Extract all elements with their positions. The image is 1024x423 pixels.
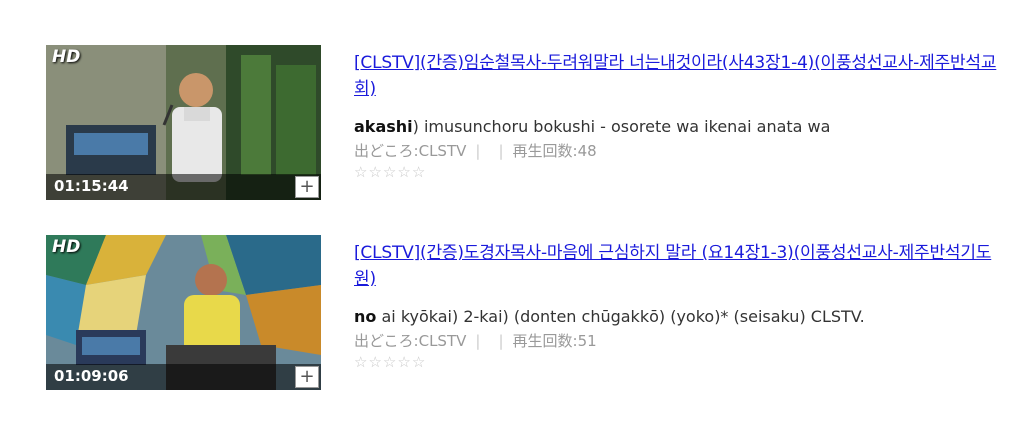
description-highlight: no: [354, 307, 377, 326]
star-icon[interactable]: ☆: [354, 164, 367, 180]
star-icon[interactable]: ☆: [412, 354, 425, 370]
video-title-link[interactable]: [CLSTV](간증)임순철목사-두려워말라 너는내것이라(사43장1-4)(이…: [354, 50, 1006, 102]
video-description: no ai kyōkai) 2-kai) (donten chūgakkō) (…: [354, 306, 1006, 328]
source-label: 出どころ:CLSTV: [354, 142, 467, 160]
rating-stars: ☆ ☆ ☆ ☆ ☆: [354, 354, 1006, 370]
description-text: ) imusunchoru bokushi - osorete wa ikena…: [412, 117, 831, 136]
meta-separator: |: [498, 142, 504, 160]
meta-separator: |: [475, 142, 481, 160]
star-icon[interactable]: ☆: [397, 354, 410, 370]
star-icon[interactable]: ☆: [354, 354, 367, 370]
video-meta: 出どころ:CLSTV | | 再生回数:51: [354, 330, 1006, 352]
views-label: 再生回数:48: [512, 142, 597, 160]
star-icon[interactable]: ☆: [412, 164, 425, 180]
hd-badge: HD: [52, 237, 81, 257]
video-description: akashi) imusunchoru bokushi - osorete wa…: [354, 116, 1006, 138]
star-icon[interactable]: ☆: [368, 354, 381, 370]
duration-label: 01:15:44: [54, 177, 129, 195]
star-icon[interactable]: ☆: [383, 164, 396, 180]
description-highlight: akashi: [354, 117, 413, 136]
star-icon[interactable]: ☆: [368, 164, 381, 180]
views-label: 再生回数:51: [512, 332, 597, 350]
video-title-link[interactable]: [CLSTV](간증)도경자목사-마음에 근심하지 말라 (요14장1-3)(이…: [354, 240, 1006, 292]
video-info: [CLSTV](간증)도경자목사-마음에 근심하지 말라 (요14장1-3)(이…: [354, 232, 1006, 370]
duration-bar: 01:15:44: [46, 174, 321, 200]
video-result: HD 01:15:44 + [CLSTV](간증)임순철목사-두려워말라 너는내…: [46, 42, 1006, 202]
video-result: HD 01:09:06 + [CLSTV](간증)도경자목사-마음에 근심하지 …: [46, 232, 1006, 392]
video-thumbnail[interactable]: HD 01:15:44 +: [46, 45, 321, 200]
video-thumbnail[interactable]: HD 01:09:06 +: [46, 235, 321, 390]
duration-label: 01:09:06: [54, 367, 129, 385]
rating-stars: ☆ ☆ ☆ ☆ ☆: [354, 164, 1006, 180]
description-text: ai kyōkai) 2-kai) (donten chūgakkō) (yok…: [376, 307, 865, 326]
hd-badge: HD: [52, 47, 81, 67]
meta-separator: |: [498, 332, 504, 350]
video-meta: 出どころ:CLSTV | | 再生回数:48: [354, 140, 1006, 162]
source-label: 出どころ:CLSTV: [354, 332, 467, 350]
duration-bar: 01:09:06: [46, 364, 321, 390]
add-to-playlist-button[interactable]: +: [295, 176, 319, 198]
add-to-playlist-button[interactable]: +: [295, 366, 319, 388]
meta-separator: |: [475, 332, 481, 350]
star-icon[interactable]: ☆: [397, 164, 410, 180]
video-info: [CLSTV](간증)임순철목사-두려워말라 너는내것이라(사43장1-4)(이…: [354, 42, 1006, 180]
star-icon[interactable]: ☆: [383, 354, 396, 370]
